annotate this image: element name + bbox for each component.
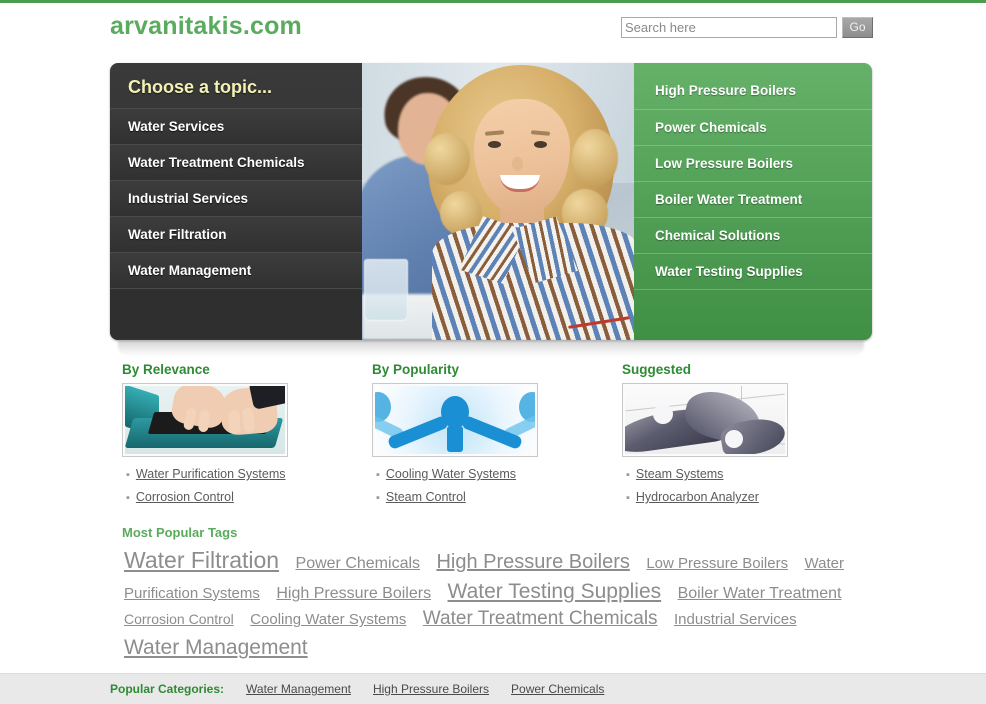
- category-menu-right: High Pressure Boilers Power Chemicals Lo…: [634, 63, 872, 340]
- tag-water-treatment-chemicals[interactable]: Water Treatment Chemicals: [423, 608, 658, 629]
- bullet-icon: ▪: [376, 492, 380, 504]
- column-by-popularity: By Popularity ▪ Cooling Water Systems ▪ …: [360, 362, 610, 512]
- page-root: arvanitakis.com Go Choose a topic... Wat…: [0, 0, 986, 704]
- tag-water-filtration[interactable]: Water Filtration: [124, 547, 279, 573]
- tag-cooling-water-systems[interactable]: Cooling Water Systems: [250, 611, 406, 628]
- list-item: ▪ Steam Systems: [626, 467, 860, 481]
- tag-corrosion-control[interactable]: Corrosion Control: [124, 611, 234, 627]
- menu-item-water-services[interactable]: Water Services: [110, 108, 362, 144]
- photo-hair-curl: [572, 129, 618, 187]
- column-link-list: ▪ Water Purification Systems ▪ Corrosion…: [110, 467, 360, 504]
- menu-item-low-pressure-boilers[interactable]: Low Pressure Boilers: [634, 145, 872, 181]
- photo-eye: [488, 141, 501, 148]
- tag-purification-systems[interactable]: Purification Systems: [124, 585, 260, 602]
- menu-item-water-testing-supplies[interactable]: Water Testing Supplies: [634, 253, 872, 289]
- column-link-list: ▪ Cooling Water Systems ▪ Steam Control: [360, 467, 610, 504]
- topic-menu-left: Choose a topic... Water Services Water T…: [110, 63, 362, 340]
- menu-right-filler: [634, 289, 872, 334]
- tag-high-pressure-boilers[interactable]: High Pressure Boilers: [436, 551, 629, 573]
- search-go-button[interactable]: Go: [842, 17, 873, 38]
- tag-high-pressure-boilers[interactable]: High Pressure Boilers: [276, 585, 431, 602]
- photo-water-glass: [364, 259, 408, 321]
- column-suggested: Suggested ▪ Steam Systems ▪ Hydrocarbon …: [610, 362, 860, 512]
- bullet-icon: ▪: [626, 492, 630, 504]
- site-header: arvanitakis.com Go: [0, 3, 986, 55]
- site-logo[interactable]: arvanitakis.com: [110, 12, 302, 41]
- search-input[interactable]: [621, 17, 837, 38]
- list-item: ▪ Hydrocarbon Analyzer: [626, 490, 860, 504]
- list-item: ▪ Steam Control: [376, 490, 610, 504]
- menu-item-water-filtration[interactable]: Water Filtration: [110, 216, 362, 252]
- menu-left-filler: [110, 288, 362, 340]
- bullet-icon: ▪: [626, 469, 630, 481]
- tag-cloud: Water Filtration Power Chemicals High Pr…: [110, 544, 850, 663]
- column-title: Suggested: [622, 362, 692, 377]
- tag-water[interactable]: Water: [805, 555, 844, 572]
- tag-water-management[interactable]: Water Management: [124, 636, 308, 659]
- photo-hair-curl: [424, 133, 470, 185]
- menu-item-water-management[interactable]: Water Management: [110, 252, 362, 288]
- list-item: ▪ Cooling Water Systems: [376, 467, 610, 481]
- tag-power-chemicals[interactable]: Power Chemicals: [296, 555, 420, 572]
- hero-photo: [362, 63, 634, 340]
- tag-cloud-title: Most Popular Tags: [122, 525, 238, 540]
- search-form: Go: [621, 17, 873, 38]
- link-hydrocarbon-analyzer[interactable]: Hydrocarbon Analyzer: [636, 490, 759, 504]
- tag-boiler-water-treatment[interactable]: Boiler Water Treatment: [678, 585, 842, 602]
- link-cooling-water-systems[interactable]: Cooling Water Systems: [386, 467, 516, 481]
- thumbnail-people-network[interactable]: [372, 383, 538, 457]
- list-item: ▪ Corrosion Control: [126, 490, 360, 504]
- column-link-list: ▪ Steam Systems ▪ Hydrocarbon Analyzer: [610, 467, 860, 504]
- link-water-purification-systems[interactable]: Water Purification Systems: [136, 467, 286, 481]
- bullet-icon: ▪: [376, 469, 380, 481]
- hero-reflection: [118, 340, 864, 356]
- menu-item-high-pressure-boilers[interactable]: High Pressure Boilers: [634, 63, 872, 109]
- footer-link-power-chemicals[interactable]: Power Chemicals: [511, 682, 604, 696]
- bullet-icon: ▪: [126, 469, 130, 481]
- tag-industrial-services[interactable]: Industrial Services: [674, 611, 797, 628]
- menu-item-boiler-water-treatment[interactable]: Boiler Water Treatment: [634, 181, 872, 217]
- tag-cloud-section: Most Popular Tags Water Filtration Power…: [110, 525, 872, 663]
- menu-item-chemical-solutions[interactable]: Chemical Solutions: [634, 217, 872, 253]
- hero-panel: Choose a topic... Water Services Water T…: [110, 63, 872, 340]
- list-item: ▪ Water Purification Systems: [126, 467, 360, 481]
- column-by-relevance: By Relevance ▪ Water Purification System…: [110, 362, 360, 512]
- tag-water-testing-supplies[interactable]: Water Testing Supplies: [448, 580, 662, 603]
- link-steam-systems[interactable]: Steam Systems: [636, 467, 724, 481]
- feature-columns: By Relevance ▪ Water Purification System…: [110, 362, 872, 512]
- link-steam-control[interactable]: Steam Control: [386, 490, 466, 504]
- footer-link-water-management[interactable]: Water Management: [246, 682, 351, 696]
- thumbnail-laptop-typing[interactable]: [122, 383, 288, 457]
- photo-eye: [534, 141, 547, 148]
- footer-link-high-pressure-boilers[interactable]: High Pressure Boilers: [373, 682, 489, 696]
- thumbnail-puzzle-pieces[interactable]: [622, 383, 788, 457]
- tag-low-pressure-boilers[interactable]: Low Pressure Boilers: [646, 555, 788, 572]
- menu-item-water-treatment-chemicals[interactable]: Water Treatment Chemicals: [110, 144, 362, 180]
- link-corrosion-control[interactable]: Corrosion Control: [136, 490, 234, 504]
- bullet-icon: ▪: [126, 492, 130, 504]
- topic-menu-title: Choose a topic...: [128, 77, 273, 97]
- footer-label: Popular Categories:: [110, 682, 225, 696]
- site-footer: Popular Categories: Water Management Hig…: [0, 673, 986, 704]
- menu-item-industrial-services[interactable]: Industrial Services: [110, 180, 362, 216]
- photo-nose: [512, 157, 523, 171]
- column-title: By Popularity: [372, 362, 460, 377]
- column-title: By Relevance: [122, 362, 210, 377]
- menu-item-power-chemicals[interactable]: Power Chemicals: [634, 109, 872, 145]
